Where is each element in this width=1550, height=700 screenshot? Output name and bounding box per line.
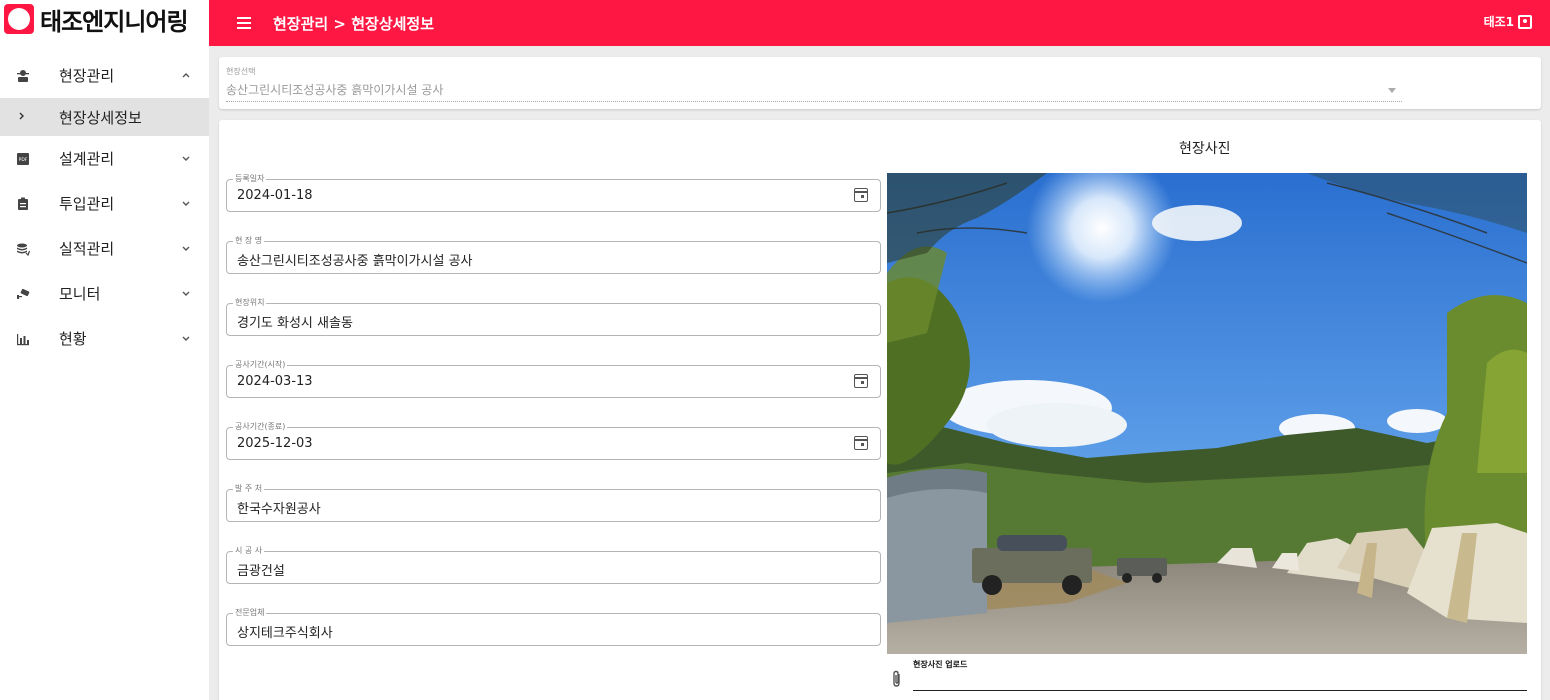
client-label: 발 주 처 <box>233 484 265 494</box>
site-name-field[interactable]: 현 장 명 송산그린시티조성공사중 흙막이가시설 공사 <box>226 236 881 274</box>
client-field[interactable]: 발 주 처 한국수자원공사 <box>226 484 881 522</box>
paperclip-icon[interactable] <box>891 670 903 692</box>
specialist-field[interactable]: 전문업체 상지테크주식회사 <box>226 608 881 646</box>
clipboard-icon <box>16 197 30 211</box>
contractor-label: 시 공 사 <box>233 546 265 556</box>
sidebar-item-label: 설계관리 <box>59 150 115 168</box>
top-app-bar: 현장관리 > 현장상세정보 태조1 <box>209 0 1550 46</box>
site-photo <box>887 173 1527 654</box>
reg-date-label: 등록일자 <box>233 174 267 184</box>
svg-text:PDF: PDF <box>19 157 28 163</box>
reg-date-field[interactable]: 등록일자 2024-01-18 <box>226 174 881 212</box>
site-select-label: 현장선택 <box>226 67 256 76</box>
chevron-down-icon <box>181 332 191 346</box>
sidebar-item-design-management[interactable]: PDF 설계관리 <box>0 136 209 181</box>
bar-chart-icon <box>16 332 30 346</box>
end-date-field[interactable]: 공사기간(종료) 2025-12-03 <box>226 422 881 460</box>
sidebar: 태조엔지니어링 현장관리 현장상세정보 PDF 설계관리 투입관리 실적관리 모… <box>0 0 209 700</box>
client-value: 한국수자원공사 <box>237 502 321 517</box>
contractor-value: 금광건설 <box>237 564 285 579</box>
start-date-label: 공사기간(시작) <box>233 360 288 370</box>
specialist-label: 전문업체 <box>233 608 267 618</box>
photo-upload-label: 현장사진 업로드 <box>913 660 968 669</box>
site-select-value: 송산그린시티조성공사중 흙막이가시설 공사 <box>226 83 444 97</box>
end-date-label: 공사기간(종료) <box>233 422 288 432</box>
photo-upload-underline <box>913 690 1527 691</box>
chevron-down-icon <box>181 242 191 256</box>
menu-icon[interactable] <box>237 17 251 29</box>
photo-section-title: 현장사진 <box>1179 141 1231 157</box>
user-account-button[interactable]: 태조1 <box>1484 13 1532 30</box>
site-location-label: 현장위치 <box>233 298 267 308</box>
start-date-field[interactable]: 공사기간(시작) 2024-03-13 <box>226 360 881 398</box>
account-box-icon <box>1518 14 1532 29</box>
chevron-right-icon <box>16 110 30 125</box>
specialist-value: 상지테크주식회사 <box>237 626 333 641</box>
chevron-down-icon <box>181 197 191 211</box>
breadcrumb: 현장관리 > 현장상세정보 <box>273 14 435 33</box>
manager-icon <box>16 69 30 83</box>
contractor-field[interactable]: 시 공 사 금광건설 <box>226 546 881 584</box>
coins-icon <box>16 242 30 256</box>
start-date-value: 2024-03-13 <box>237 374 313 389</box>
chevron-down-icon <box>181 287 191 301</box>
sidebar-subitem-label: 현장상세정보 <box>59 108 142 127</box>
logo-text: 태조엔지니어링 <box>40 7 189 36</box>
end-date-value: 2025-12-03 <box>237 436 313 451</box>
sidebar-item-monitor[interactable]: 모니터 <box>0 271 209 316</box>
calendar-icon[interactable] <box>854 436 868 450</box>
reg-date-value: 2024-01-18 <box>237 188 313 203</box>
site-select[interactable]: 현장선택 송산그린시티조성공사중 흙막이가시설 공사 <box>226 66 1402 102</box>
site-location-field[interactable]: 현장위치 경기도 화성시 새솔동 <box>226 298 881 336</box>
sidebar-item-performance-management[interactable]: 실적관리 <box>0 226 209 271</box>
calendar-icon[interactable] <box>854 188 868 202</box>
sidebar-item-status[interactable]: 현황 <box>0 316 209 361</box>
sidebar-subitem-site-detail[interactable]: 현장상세정보 <box>0 98 209 136</box>
site-select-card: 현장선택 송산그린시티조성공사중 흙막이가시설 공사 <box>219 57 1541 109</box>
site-location-value: 경기도 화성시 새솔동 <box>237 316 353 331</box>
sidebar-item-label: 투입관리 <box>59 195 115 213</box>
sidebar-item-input-management[interactable]: 투입관리 <box>0 181 209 226</box>
sidebar-item-label: 실적관리 <box>59 240 115 258</box>
sidebar-nav: 현장관리 현장상세정보 PDF 설계관리 투입관리 실적관리 모니터 현황 <box>0 53 209 361</box>
site-detail-card: 등록일자 2024-01-18 현 장 명 송산그린시티조성공사중 흙막이가시설… <box>219 120 1541 700</box>
chevron-down-icon <box>181 152 191 166</box>
logo-mark-icon <box>4 4 34 34</box>
sidebar-item-site-management[interactable]: 현장관리 <box>0 53 209 98</box>
dropdown-arrow-icon <box>1388 88 1396 93</box>
site-name-value: 송산그린시티조성공사중 흙막이가시설 공사 <box>237 254 473 269</box>
cctv-icon <box>16 287 30 301</box>
sidebar-item-label: 모니터 <box>59 285 101 303</box>
sidebar-item-label: 현황 <box>59 330 87 348</box>
chevron-up-icon <box>181 69 191 83</box>
pdf-icon: PDF <box>16 152 30 166</box>
photo-upload[interactable]: 현장사진 업로드 <box>891 657 1527 693</box>
site-name-label: 현 장 명 <box>233 236 265 246</box>
user-name: 태조1 <box>1483 15 1514 29</box>
sidebar-item-label: 현장관리 <box>59 67 115 85</box>
logo[interactable]: 태조엔지니어링 <box>0 0 209 38</box>
calendar-icon[interactable] <box>854 374 868 388</box>
